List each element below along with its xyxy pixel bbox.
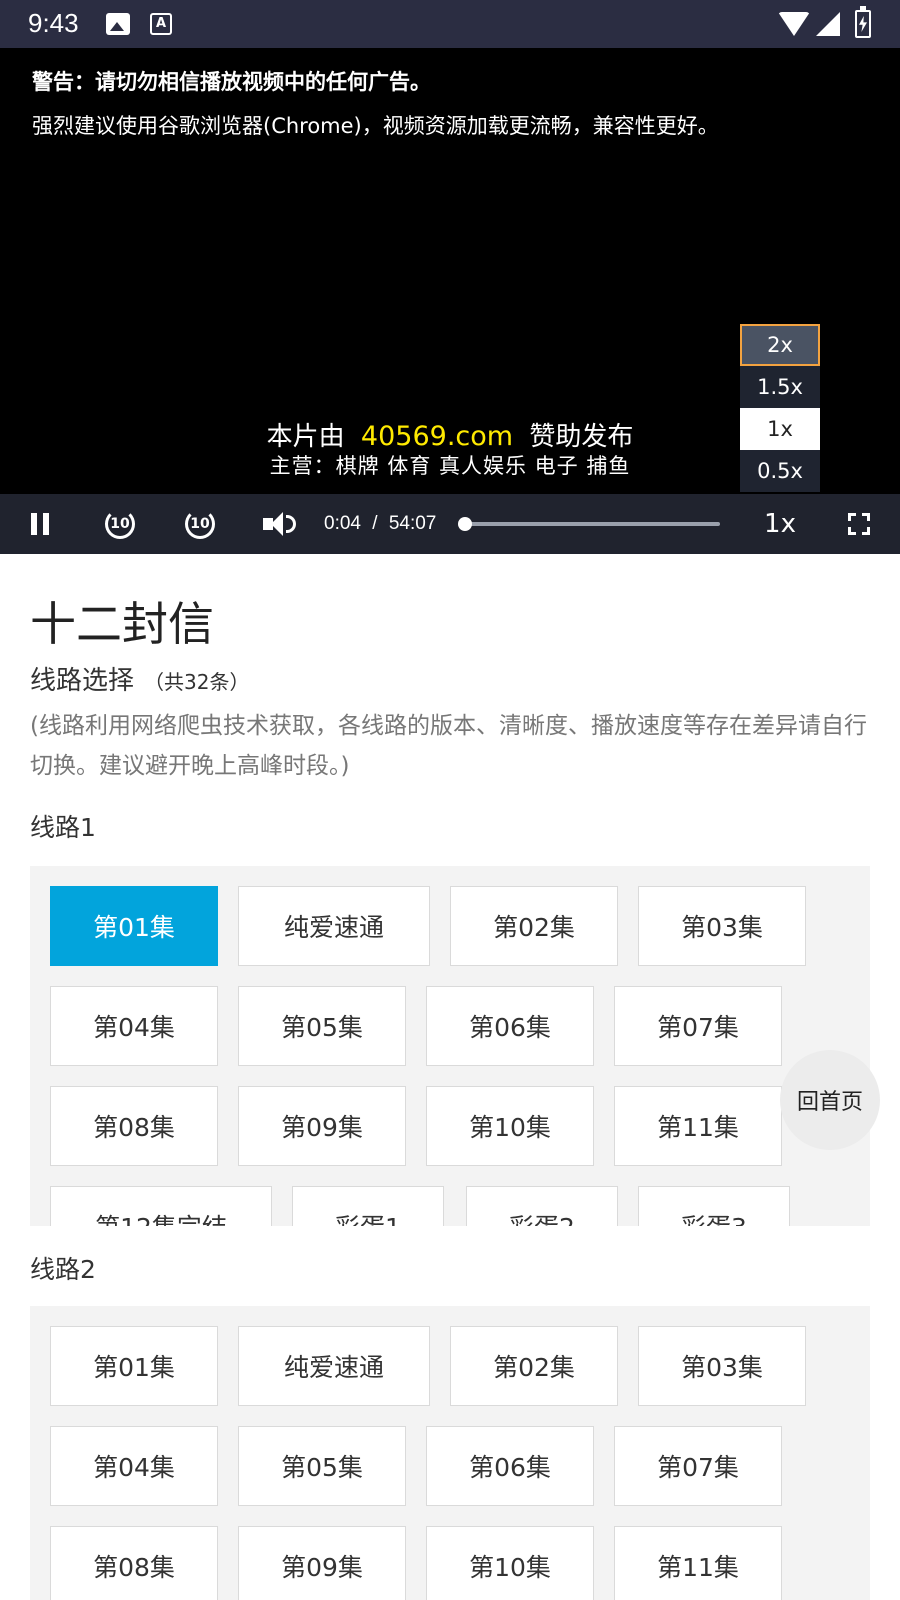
route-2-episode-button[interactable]: 第09集 xyxy=(238,1526,406,1600)
wifi-icon xyxy=(778,12,810,36)
video-controls: 10 10 0:04 / 54:07 1x xyxy=(0,494,900,554)
playback-speed-button[interactable]: 1x xyxy=(752,494,808,554)
route-1-episode-button[interactable]: 第01集 xyxy=(50,886,218,966)
speed-option-2x[interactable]: 2x xyxy=(740,324,820,366)
route-2-label: 线路2 xyxy=(30,1255,96,1284)
route-2-episode-button[interactable]: 第02集 xyxy=(450,1326,618,1406)
route-1-episode-button[interactable]: 第06集 xyxy=(426,986,594,1066)
forward-10-label: 10 xyxy=(185,509,215,539)
route-1-episode-button[interactable]: 第12集完结 xyxy=(50,1186,272,1226)
rewind-10-icon[interactable]: 10 xyxy=(100,494,140,554)
route-2-episode-button[interactable]: 第06集 xyxy=(426,1426,594,1506)
progress-bar[interactable] xyxy=(458,517,720,531)
progress-thumb[interactable] xyxy=(458,517,473,531)
page-title: 十二封信 xyxy=(30,597,214,651)
back-to-home-button[interactable]: 回首页 xyxy=(780,1050,880,1150)
route-1-episode-button[interactable]: 第04集 xyxy=(50,986,218,1066)
route-1-episode-button[interactable]: 彩蛋1 xyxy=(292,1186,444,1226)
signal-icon xyxy=(816,12,840,36)
status-bar: 9:43 A xyxy=(0,0,900,48)
route-2-episode-button[interactable]: 第11集 xyxy=(614,1526,782,1600)
routes-note: (线路利用网络爬虫技术获取，各线路的版本、清晰度、播放速度等存在差异请自行切换。… xyxy=(30,713,867,779)
route-2-episode-button[interactable]: 第03集 xyxy=(638,1326,806,1406)
time-display: 0:04 / 54:07 xyxy=(324,494,436,554)
routes-count: （共32条） xyxy=(144,670,250,694)
route-2-episode-button[interactable]: 第07集 xyxy=(614,1426,782,1506)
routes-heading-label: 线路选择 xyxy=(30,666,135,696)
route-2-episode-button[interactable]: 第01集 xyxy=(50,1326,218,1406)
route-1-episode-button[interactable]: 第07集 xyxy=(614,986,782,1066)
status-time: 9:43 xyxy=(28,8,79,38)
text-a-icon: A xyxy=(150,13,172,35)
forward-10-icon[interactable]: 10 xyxy=(180,494,220,554)
rewind-10-label: 10 xyxy=(105,509,135,539)
ad-url: 40569.com xyxy=(360,421,514,452)
ad-subcaption: 主营：棋牌 体育 真人娱乐 电子 捕鱼 xyxy=(269,454,631,478)
duration: 54:07 xyxy=(388,513,437,534)
ad-caption-suffix: 赞助发布 xyxy=(529,422,634,452)
video-player[interactable]: 警告：请切勿相信播放视频中的任何广告。 强烈建议使用谷歌浏览器(Chrome)，… xyxy=(0,48,900,494)
route-1-label: 线路1 xyxy=(30,813,96,842)
route-2-episode-button[interactable]: 第05集 xyxy=(238,1426,406,1506)
route-1-episode-button[interactable]: 彩蛋2 xyxy=(466,1186,618,1226)
route-2-episode-button[interactable]: 第10集 xyxy=(426,1526,594,1600)
route-1-episode-button[interactable]: 第05集 xyxy=(238,986,406,1066)
route-1-episode-button[interactable]: 第11集 xyxy=(614,1086,782,1166)
route-1-episode-button[interactable]: 第10集 xyxy=(426,1086,594,1166)
battery-charging-icon xyxy=(855,6,871,38)
route-2-episode-button[interactable]: 第04集 xyxy=(50,1426,218,1506)
fullscreen-icon[interactable] xyxy=(846,494,872,554)
warning-title: 警告：请切勿相信播放视频中的任何广告。 xyxy=(32,70,431,94)
route-1-episode-button[interactable]: 第03集 xyxy=(638,886,806,966)
route-1-episode-button[interactable]: 纯爱速通 xyxy=(238,886,430,966)
ad-caption: 本片由 40569.com 赞助发布 xyxy=(0,416,900,453)
route-1-episode-panel: 第01集 纯爱速通 第02集 第03集第04集 第05集 第06集 第07集第08集 第09集… xyxy=(30,866,870,1226)
route-1-episode-button[interactable]: 第02集 xyxy=(450,886,618,966)
route-1-episode-button[interactable]: 第09集 xyxy=(238,1086,406,1166)
pause-icon[interactable] xyxy=(26,494,54,554)
warning-text: 强烈建议使用谷歌浏览器(Chrome)，视频资源加载更流畅，兼容性更好。 xyxy=(32,114,719,138)
current-time: 0:04 xyxy=(324,513,361,534)
route-2-episode-panel: 第01集 纯爱速通 第02集 第03集第04集 第05集 第06集 第07集第08集 第09集… xyxy=(30,1306,870,1600)
route-1-episode-button[interactable]: 第08集 xyxy=(50,1086,218,1166)
route-2-episode-button[interactable]: 第08集 xyxy=(50,1526,218,1600)
routes-heading: 线路选择 （共32条） xyxy=(30,660,249,697)
speed-option-1-5x[interactable]: 1.5x xyxy=(740,366,820,408)
route-2-episode-button[interactable]: 纯爱速通 xyxy=(238,1326,430,1406)
route-1-episode-button[interactable]: 彩蛋3 xyxy=(638,1186,790,1226)
ad-caption-prefix: 本片由 xyxy=(266,422,345,452)
time-separator: / xyxy=(372,513,378,534)
image-icon xyxy=(106,13,130,35)
volume-icon[interactable] xyxy=(262,494,296,554)
